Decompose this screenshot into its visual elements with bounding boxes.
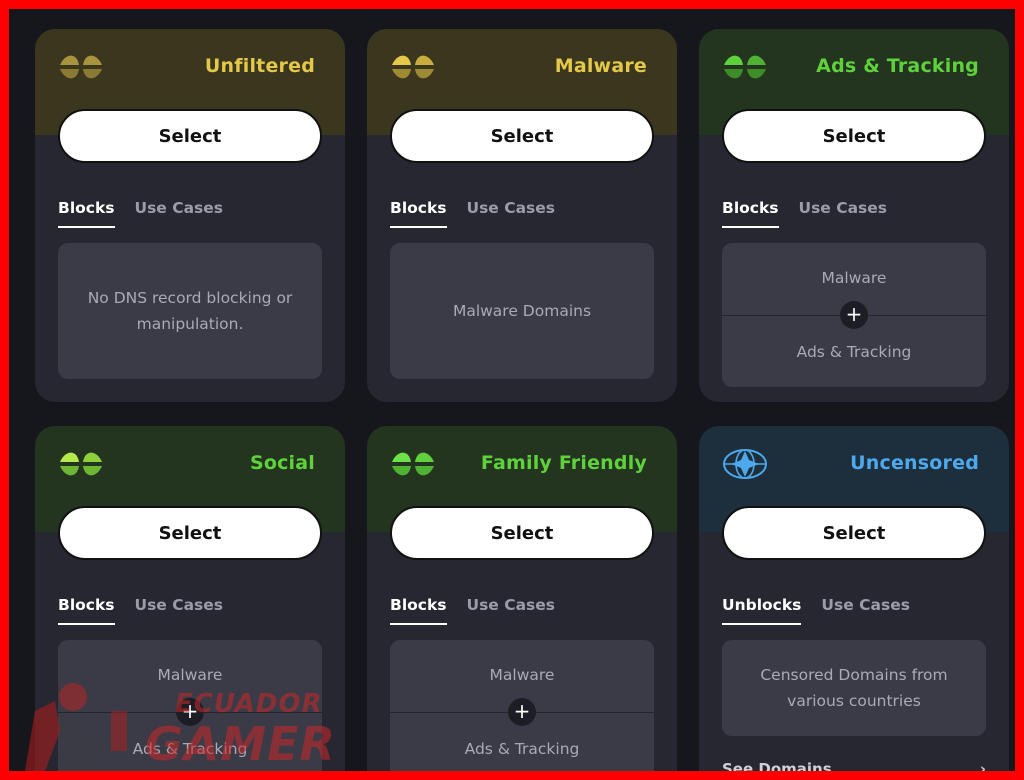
panel-item-ads-tracking: Ads & Tracking	[464, 740, 580, 758]
tab-blocks[interactable]: Blocks	[390, 596, 447, 625]
card-tabs: Blocks Use Cases	[390, 596, 555, 625]
plus-icon: +	[840, 301, 868, 329]
see-domains-label: See Domains	[722, 760, 832, 771]
card-title: Malware	[554, 55, 647, 77]
select-button[interactable]: Select	[58, 109, 322, 163]
select-button[interactable]: Select	[390, 506, 654, 560]
app-frame: Unfiltered Select Blocks Use Cases No DN…	[9, 9, 1015, 771]
tab-blocks[interactable]: Blocks	[58, 199, 115, 228]
chevron-right-icon: ›	[979, 760, 986, 771]
select-button[interactable]: Select	[722, 506, 986, 560]
tab-blocks[interactable]: Blocks	[390, 199, 447, 228]
tab-use-cases[interactable]: Use Cases	[467, 199, 556, 228]
panel-text: Censored Domains from various countries	[760, 666, 948, 710]
select-button[interactable]: Select	[58, 506, 322, 560]
card-tabs: Blocks Use Cases	[58, 596, 223, 625]
panel-item-ads-tracking: Ads & Tracking	[796, 343, 912, 361]
tab-blocks[interactable]: Blocks	[58, 596, 115, 625]
unblocks-panel: Censored Domains from various countries	[722, 640, 986, 736]
globe-star-icon	[723, 449, 767, 479]
tab-use-cases[interactable]: Use Cases	[135, 596, 224, 625]
tab-use-cases[interactable]: Use Cases	[135, 199, 224, 228]
panel-item-malware: Malware	[489, 666, 555, 684]
card-title: Unfiltered	[204, 55, 315, 77]
shield-dns-icon	[392, 452, 434, 476]
shield-dns-icon	[724, 55, 766, 79]
card-unfiltered: Unfiltered Select Blocks Use Cases No DN…	[35, 29, 345, 402]
panel-item-malware: Malware	[821, 269, 887, 287]
shield-dns-icon	[392, 55, 434, 79]
gamer-silhouette-icon	[25, 683, 135, 771]
blocks-panel: Malware + Ads & Tracking	[722, 243, 986, 387]
tab-use-cases[interactable]: Use Cases	[467, 596, 556, 625]
tab-use-cases[interactable]: Use Cases	[799, 199, 888, 228]
panel-text: Malware Domains	[452, 302, 592, 320]
panel-text: No DNS record blocking or manipulation.	[87, 289, 293, 333]
card-ads-tracking: Ads & Tracking Select Blocks Use Cases M…	[699, 29, 1009, 402]
card-title: Ads & Tracking	[816, 55, 979, 77]
card-title: Uncensored	[850, 452, 979, 474]
tab-use-cases[interactable]: Use Cases	[821, 596, 910, 625]
see-domains-link[interactable]: See Domains ›	[722, 760, 986, 771]
watermark-text-top: ECUADOR	[175, 689, 323, 719]
card-malware: Malware Select Blocks Use Cases Malware …	[367, 29, 677, 402]
card-uncensored: Uncensored Select Unblocks Use Cases Cen…	[699, 426, 1009, 771]
plus-icon: +	[508, 698, 536, 726]
tab-blocks[interactable]: Blocks	[722, 199, 779, 228]
select-button[interactable]: Select	[390, 109, 654, 163]
shield-dns-icon	[60, 452, 102, 476]
select-button[interactable]: Select	[722, 109, 986, 163]
watermark-logo: ECUADOR GAMER	[15, 671, 335, 771]
shield-dns-icon	[60, 55, 102, 79]
card-title: Family Friendly	[480, 452, 647, 474]
card-family-friendly: Family Friendly Select Blocks Use Cases …	[367, 426, 677, 771]
blocks-panel: Malware + Ads & Tracking	[390, 640, 654, 771]
watermark-text-bottom: GAMER	[145, 717, 336, 771]
card-tabs: Blocks Use Cases	[390, 199, 555, 228]
blocks-panel: Malware Domains	[390, 243, 654, 379]
card-tabs: Unblocks Use Cases	[722, 596, 910, 625]
blocks-panel: No DNS record blocking or manipulation.	[58, 243, 322, 379]
card-title: Social	[249, 452, 315, 474]
tab-unblocks[interactable]: Unblocks	[722, 596, 802, 625]
card-tabs: Blocks Use Cases	[58, 199, 223, 228]
card-tabs: Blocks Use Cases	[722, 199, 887, 228]
